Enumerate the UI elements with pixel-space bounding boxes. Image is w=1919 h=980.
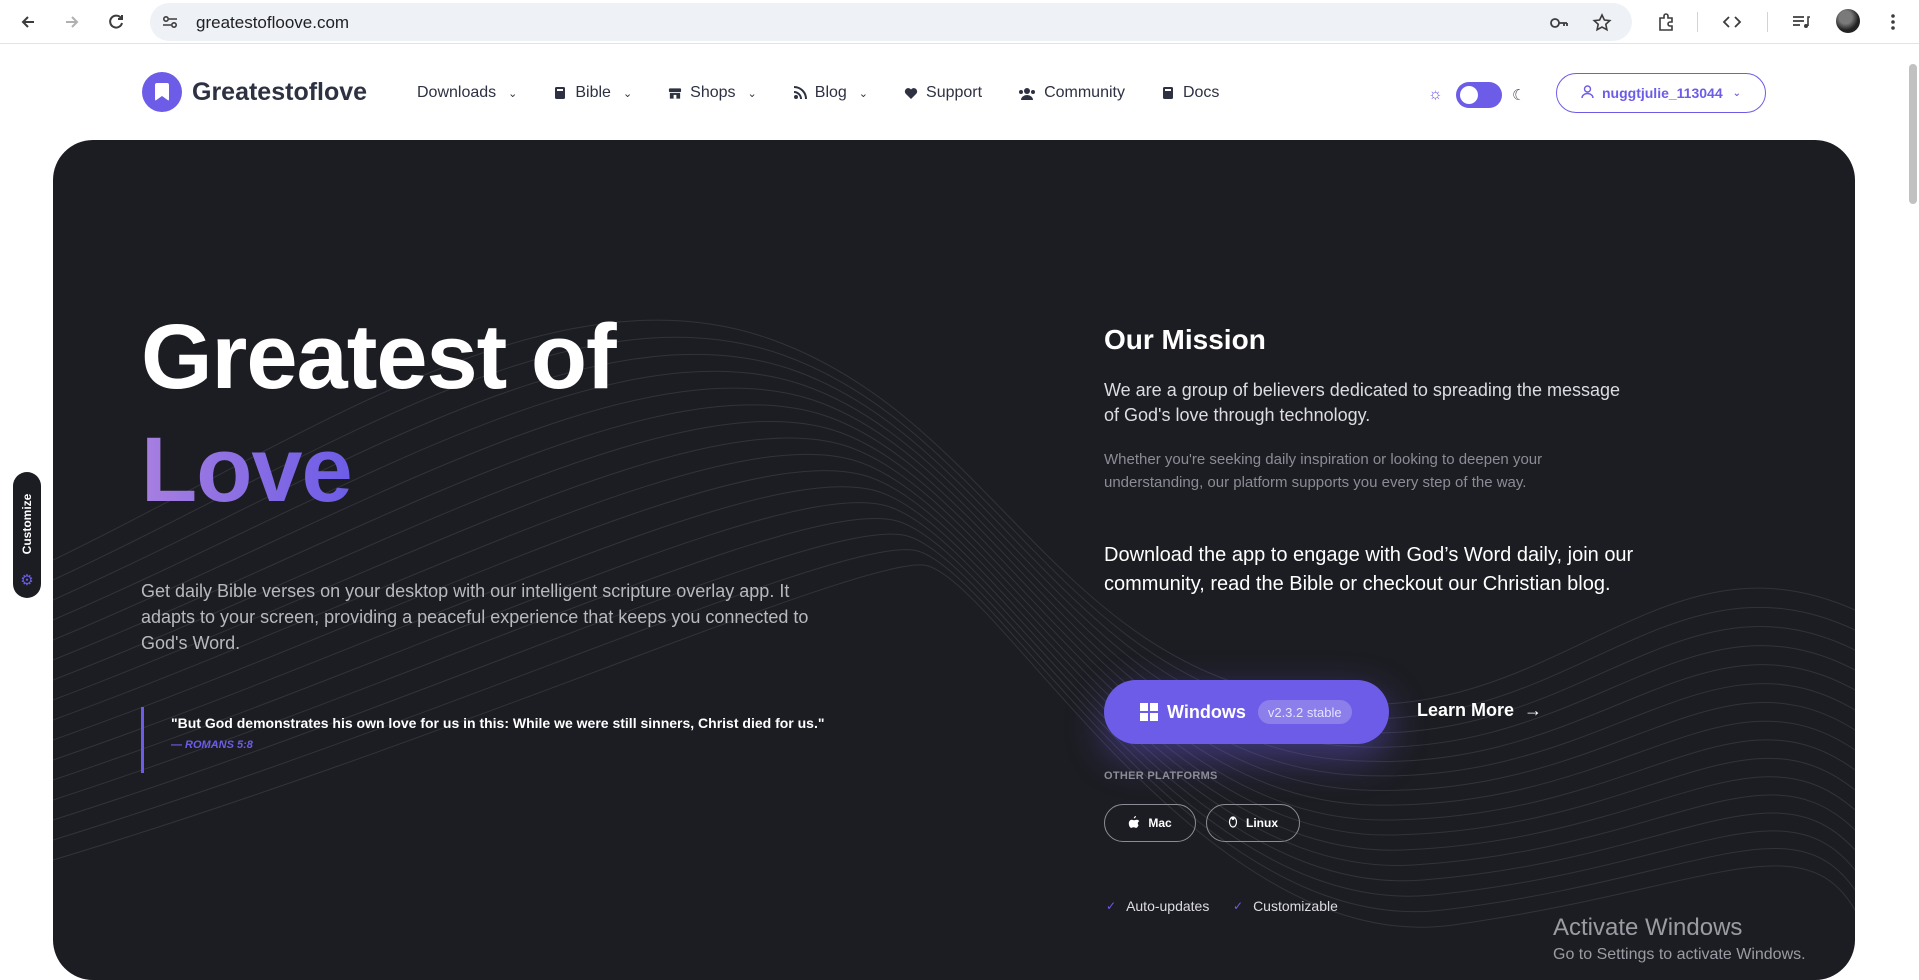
- nav-label: Bible: [575, 84, 611, 101]
- scrollbar-thumb[interactable]: [1909, 64, 1917, 204]
- linux-icon: [1228, 815, 1238, 831]
- devtools-code-icon[interactable]: [1719, 9, 1745, 35]
- chevron-down-icon: ⌄: [508, 87, 518, 100]
- extensions-icon[interactable]: [1653, 9, 1679, 35]
- mission-cta-text: Download the app to engage with God’s Wo…: [1104, 544, 1634, 595]
- brand-link[interactable]: Greatestoflove: [142, 72, 367, 112]
- nav-label: Shops: [690, 84, 736, 101]
- feature-item: ✓ Auto-updates: [1106, 898, 1209, 914]
- nav-label: Community: [1044, 84, 1125, 101]
- check-icon: ✓: [1106, 899, 1117, 913]
- theme-switcher: ☼ ☾: [1428, 82, 1530, 108]
- nav-blog[interactable]: Blog ⌄: [793, 84, 868, 102]
- page-scrollbar[interactable]: [1906, 44, 1919, 970]
- hero-title-line2: Love: [141, 419, 353, 521]
- windows-logo-icon: [1140, 703, 1158, 721]
- gear-icon: ⚙: [20, 572, 34, 589]
- download-mac-button[interactable]: Mac: [1104, 804, 1196, 842]
- nav-community[interactable]: Community: [1018, 84, 1125, 102]
- windows-label: Windows: [1167, 701, 1246, 722]
- moon-icon: ☾: [1512, 87, 1526, 104]
- password-key-icon[interactable]: [1548, 12, 1570, 34]
- arrow-right-icon: →: [1524, 700, 1543, 720]
- toolbar-divider: [1697, 12, 1698, 32]
- feature-label: Auto-updates: [1126, 898, 1210, 914]
- version-badge: v2.3.2 stable: [1257, 700, 1352, 724]
- book-icon: [1161, 86, 1175, 100]
- nav-docs[interactable]: Docs: [1161, 84, 1219, 102]
- platform-label: Mac: [1148, 816, 1172, 830]
- mission-paragraph: We are a group of believers dedicated to…: [1104, 380, 1620, 425]
- users-icon: [1018, 86, 1036, 100]
- nav-shops[interactable]: Shops ⌄: [668, 84, 757, 102]
- bookmark-star-icon[interactable]: [1591, 12, 1613, 34]
- reload-icon: [109, 14, 123, 29]
- chevron-down-icon: ⌄: [1732, 87, 1741, 99]
- site-header: Greatestoflove Downloads ⌄ Bible ⌄ Shops…: [0, 44, 1919, 140]
- customize-label: Customize: [20, 493, 34, 555]
- activate-windows-watermark: Activate Windows Go to Settings to activ…: [1553, 914, 1806, 964]
- browser-toolbar: greatestofloove.com: [0, 0, 1919, 44]
- watermark-subtitle: Go to Settings to activate Windows.: [1553, 946, 1806, 963]
- arrow-right-icon: [66, 16, 79, 28]
- feature-label: Customizable: [1253, 898, 1338, 914]
- rss-icon: [793, 86, 807, 100]
- store-icon: [668, 86, 682, 100]
- download-linux-button[interactable]: Linux: [1206, 804, 1300, 842]
- arrow-left-icon: [21, 16, 34, 28]
- sun-icon: ☼: [1428, 86, 1443, 103]
- quote-text: "But God demonstrates his own love for u…: [171, 715, 825, 731]
- apple-icon: [1128, 815, 1140, 832]
- hero-description: Get daily Bible verses on your desktop w…: [141, 581, 809, 653]
- chevron-down-icon: ⌄: [747, 87, 757, 100]
- main-nav: Downloads ⌄ Bible ⌄ Shops ⌄ Blog ⌄ Suppo…: [417, 84, 1255, 102]
- quote-reference: — ROMANS 5:8: [171, 739, 253, 751]
- bookmark-logo-icon: [142, 72, 182, 112]
- nav-label: Docs: [1182, 84, 1220, 101]
- watermark-title: Activate Windows: [1553, 914, 1743, 941]
- url-text[interactable]: greatestofloove.com: [196, 13, 349, 33]
- learn-more-label: Learn More: [1417, 700, 1515, 720]
- user-name: nuggtjulie_113044: [1602, 85, 1723, 101]
- nav-label: Support: [926, 84, 983, 101]
- brand-name: Greatestoflove: [192, 77, 368, 106]
- forward-button[interactable]: [58, 8, 86, 36]
- other-platforms-label: OTHER PLATFORMS: [1104, 770, 1218, 782]
- nav-support[interactable]: Support: [904, 84, 982, 102]
- check-icon: ✓: [1233, 899, 1244, 913]
- feature-item: ✓ Customizable: [1233, 898, 1338, 914]
- toolbar-divider: [1767, 12, 1768, 32]
- nav-downloads[interactable]: Downloads ⌄: [417, 84, 517, 102]
- browser-profile-avatar[interactable]: [1836, 9, 1860, 33]
- book-icon: [553, 86, 567, 100]
- address-bar[interactable]: greatestofloove.com: [150, 3, 1632, 41]
- back-button[interactable]: [14, 8, 42, 36]
- chevron-down-icon: ⌄: [858, 87, 869, 100]
- heart-icon: [904, 86, 918, 100]
- download-windows-button[interactable]: Windows v2.3.2 stable: [1104, 680, 1389, 744]
- chevron-down-icon: ⌄: [622, 87, 633, 100]
- scripture-quote: "But God demonstrates his own love for u…: [141, 707, 841, 773]
- mission-paragraph: Whether you're seeking daily inspiration…: [1104, 451, 1543, 491]
- reload-button[interactable]: [102, 8, 130, 36]
- browser-menu-icon[interactable]: [1880, 9, 1906, 35]
- nav-label: Downloads: [417, 84, 497, 101]
- site-settings-icon[interactable]: [160, 12, 180, 32]
- user-icon: [1581, 84, 1594, 102]
- user-menu-button[interactable]: nuggtjulie_113044 ⌄: [1556, 73, 1766, 113]
- media-controls-icon[interactable]: [1788, 9, 1814, 35]
- customize-panel-tab[interactable]: Customize ⚙: [13, 472, 41, 598]
- nav-bible[interactable]: Bible ⌄: [553, 84, 632, 102]
- platform-label: Linux: [1246, 816, 1278, 830]
- hero-section: Greatest of Love Get daily Bible verses …: [53, 140, 1855, 980]
- hero-title-line1: Greatest of: [141, 306, 617, 408]
- mission-title: Our Mission: [1104, 324, 1266, 355]
- learn-more-link[interactable]: Learn More →: [1417, 700, 1542, 721]
- theme-toggle[interactable]: [1456, 82, 1502, 108]
- nav-label: Blog: [814, 84, 847, 101]
